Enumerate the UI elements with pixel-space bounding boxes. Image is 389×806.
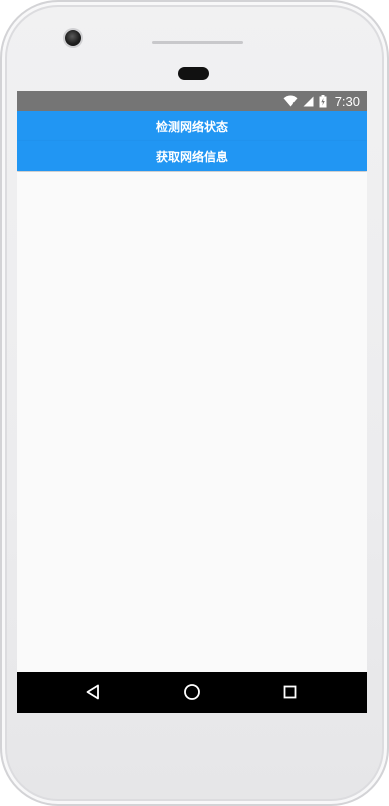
battery-icon [319,94,327,107]
content-area [17,172,367,672]
recents-icon [283,685,297,699]
get-network-info-button[interactable]: 获取网络信息 [17,141,367,171]
status-icons: 7:30 [283,91,360,111]
recents-button[interactable] [278,680,302,704]
back-icon [86,684,99,700]
wifi-icon [283,95,298,107]
back-button[interactable] [81,680,105,704]
device-screen: 7:30 检测网络状态 获取网络信息 [17,91,367,713]
front-camera [65,30,81,46]
home-button[interactable] [180,680,204,704]
speaker-grille [152,41,243,44]
home-icon [184,684,200,700]
signal-icon [303,96,314,106]
check-network-state-button[interactable]: 检测网络状态 [17,111,367,141]
earpiece [178,67,209,80]
status-bar: 7:30 [17,91,367,111]
status-time: 7:30 [334,93,360,109]
navigation-bar [17,672,367,713]
phone-frame: 7:30 检测网络状态 获取网络信息 [0,0,389,806]
